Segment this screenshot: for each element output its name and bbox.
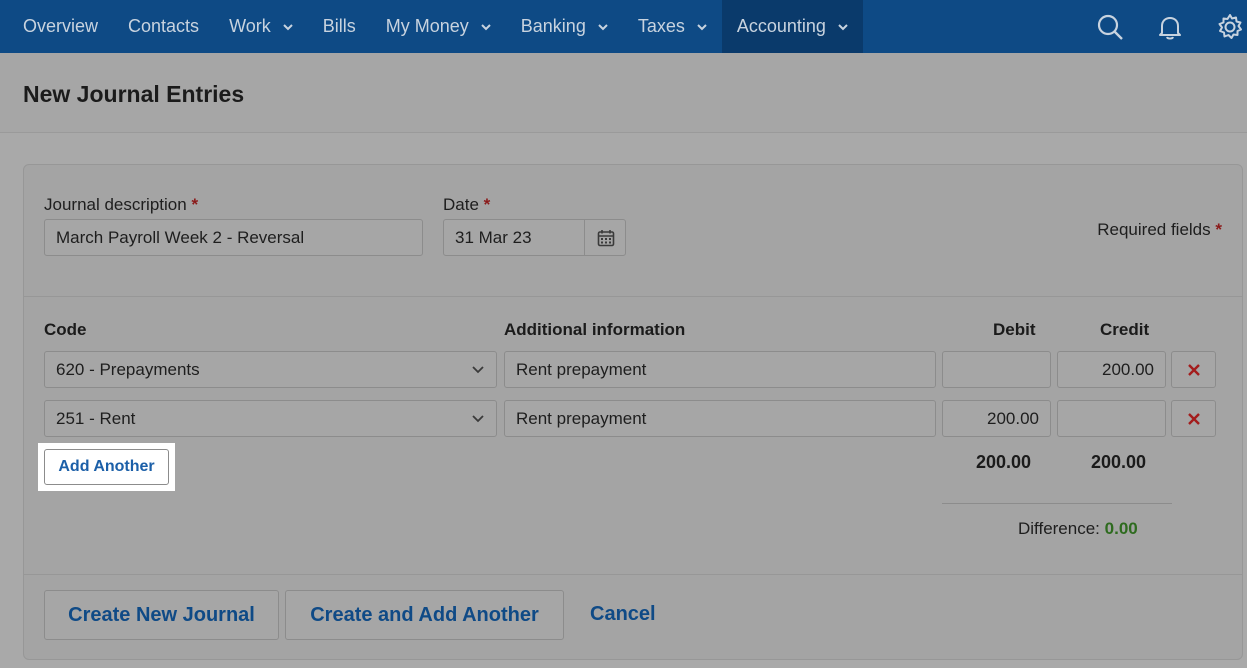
nav-item-overview[interactable]: Overview	[0, 0, 113, 53]
chevron-down-icon	[472, 366, 484, 374]
gear-icon[interactable]	[1215, 12, 1245, 42]
account-code-value: 620 - Prepayments	[56, 359, 200, 379]
nav-item-label: Overview	[23, 16, 99, 36]
chevron-down-icon	[838, 23, 848, 30]
column-header-additional-info: Additional information	[504, 320, 686, 339]
nav-item-taxes[interactable]: Taxes	[623, 0, 722, 53]
date-label: Date *	[443, 195, 490, 215]
top-navigation: Overview Contacts Work Bills My Money Ba…	[0, 0, 1247, 53]
totals-divider	[942, 503, 1172, 504]
difference: Difference: 0.00	[1018, 519, 1138, 539]
account-code-select[interactable]: 620 - Prepayments	[44, 351, 497, 388]
nav-item-label: Banking	[520, 16, 586, 36]
date-value: 31 Mar 23	[455, 227, 532, 247]
total-credit: 200.00	[1091, 452, 1147, 472]
journal-form-card: Journal description * March Payroll Week…	[23, 164, 1243, 660]
calendar-button[interactable]	[584, 220, 625, 255]
nav-item-bills[interactable]: Bills	[308, 0, 371, 53]
bell-icon[interactable]	[1155, 12, 1185, 42]
nav-item-banking[interactable]: Banking	[506, 0, 623, 53]
journal-description-label-text: Journal description	[44, 195, 187, 214]
total-debit: 200.00	[976, 452, 1032, 472]
debit-input[interactable]	[942, 351, 1051, 388]
required-fields-text: Required fields	[1097, 220, 1211, 239]
nav-item-work[interactable]: Work	[214, 0, 308, 53]
close-icon	[1187, 363, 1200, 376]
calendar-icon	[597, 229, 614, 246]
difference-label: Difference:	[1018, 519, 1100, 538]
additional-info-input[interactable]: Rent prepayment	[504, 400, 936, 437]
account-code-value: 251 - Rent	[56, 408, 136, 428]
required-marker: *	[191, 195, 199, 214]
additional-info-input[interactable]: Rent prepayment	[504, 351, 936, 388]
credit-input[interactable]: 200.00	[1057, 351, 1166, 388]
credit-input[interactable]	[1057, 400, 1166, 437]
search-icon[interactable]	[1095, 12, 1125, 42]
debit-input[interactable]: 200.00	[942, 400, 1051, 437]
create-and-add-another-button[interactable]: Create and Add Another	[285, 590, 564, 640]
required-fields-note: Required fields *	[1097, 220, 1222, 240]
nav-item-label: Contacts	[128, 16, 200, 36]
chevron-down-icon	[472, 415, 484, 423]
column-header-debit: Debit	[993, 320, 1036, 339]
close-icon	[1187, 412, 1200, 425]
difference-value: 0.00	[1104, 519, 1138, 538]
nav-item-label: Bills	[322, 16, 356, 36]
chevron-down-icon	[283, 23, 293, 30]
nav-item-label: Taxes	[637, 16, 685, 36]
required-marker: *	[483, 195, 491, 214]
journal-description-input[interactable]: March Payroll Week 2 - Reversal	[44, 219, 423, 256]
cancel-link[interactable]: Cancel	[590, 603, 656, 626]
add-another-button[interactable]: Add Another	[44, 449, 169, 485]
date-label-text: Date	[443, 195, 479, 214]
delete-row-button[interactable]	[1171, 400, 1216, 437]
nav-item-label: Accounting	[736, 16, 826, 36]
required-marker: *	[1215, 220, 1222, 239]
page-header: New Journal Entries	[0, 53, 1247, 133]
nav-item-contacts[interactable]: Contacts	[113, 0, 214, 53]
chevron-down-icon	[481, 23, 491, 30]
section-divider	[24, 296, 1242, 297]
nav-item-my-money[interactable]: My Money	[371, 0, 506, 53]
nav-item-label: Work	[229, 16, 271, 36]
nav-item-accounting[interactable]: Accounting	[721, 0, 863, 53]
delete-row-button[interactable]	[1171, 351, 1216, 388]
column-header-credit: Credit	[1100, 320, 1150, 339]
account-code-select[interactable]: 251 - Rent	[44, 400, 497, 437]
date-input[interactable]: 31 Mar 23	[443, 219, 626, 256]
nav-item-label: My Money	[385, 16, 469, 36]
footer-divider	[24, 574, 1242, 575]
page-title: New Journal Entries	[23, 81, 245, 107]
column-header-code: Code	[44, 320, 87, 339]
journal-description-label: Journal description *	[44, 195, 198, 215]
nav-icon-group	[1065, 0, 1247, 53]
chevron-down-icon	[697, 23, 707, 30]
create-new-journal-button[interactable]: Create New Journal	[44, 590, 279, 640]
chevron-down-icon	[598, 23, 608, 30]
